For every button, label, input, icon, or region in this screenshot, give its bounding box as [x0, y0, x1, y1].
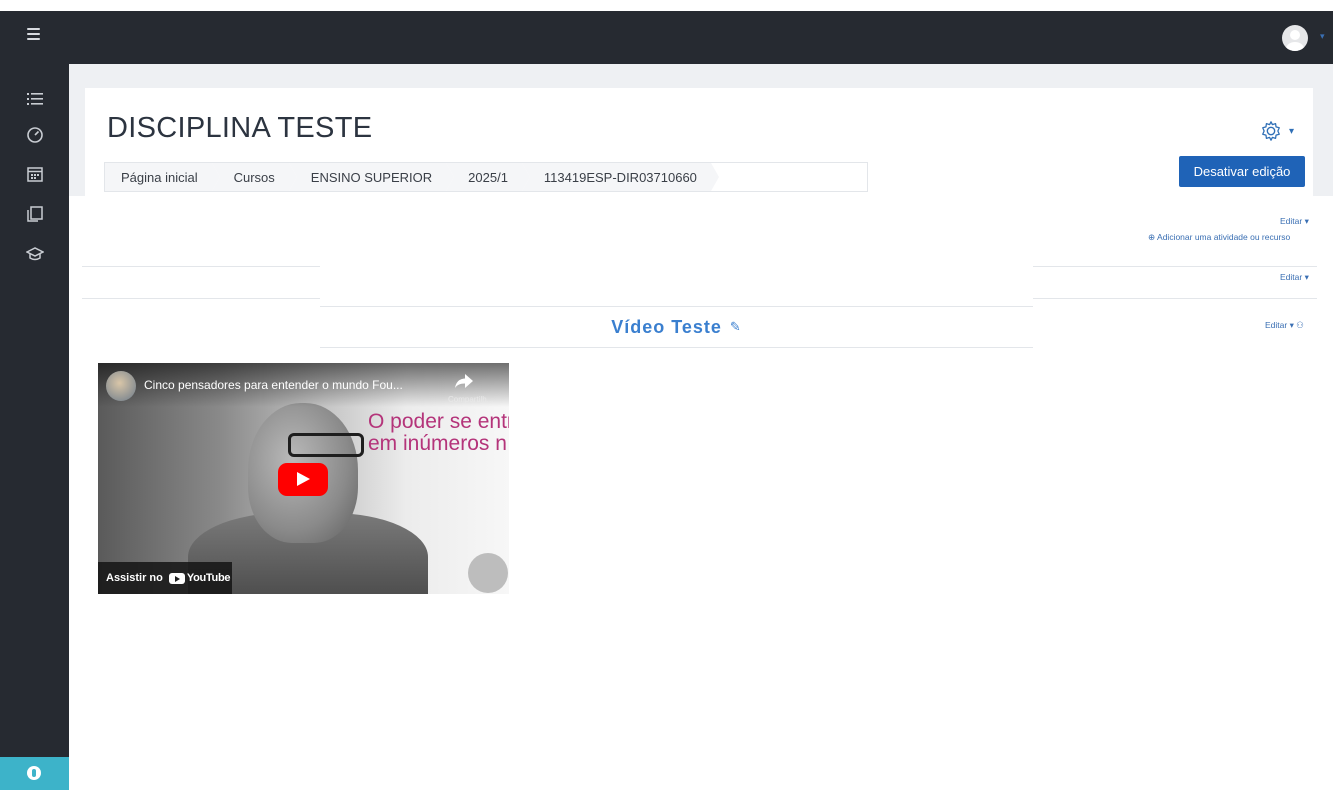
breadcrumb-item-term[interactable]: 2025/1	[446, 163, 530, 191]
edit-label: Editar	[1280, 272, 1303, 282]
video-thumbnail-figure	[468, 553, 508, 593]
section-edit-menu[interactable]: Editar ▾	[1280, 272, 1309, 283]
breadcrumb-item-home[interactable]: Página inicial	[105, 163, 220, 191]
add-activity-link[interactable]: ⊕ Adicionar uma atividade ou recurso	[1148, 232, 1290, 243]
overlay-line: em inúmeros n	[368, 432, 507, 455]
user-avatar-icon[interactable]	[1282, 25, 1308, 51]
youtube-embed[interactable]: O poder se entrelaça em inúmeros n Cinco…	[98, 363, 509, 594]
accessibility-icon	[27, 766, 41, 780]
youtube-logo-icon: YouTube	[168, 572, 231, 584]
share-label: Compartilh...	[448, 395, 494, 404]
breadcrumb-item-courses[interactable]: Cursos	[211, 163, 298, 191]
video-overlay-text: O poder se entrelaça em inúmeros n	[368, 411, 509, 455]
edit-label: Editar	[1280, 216, 1303, 226]
share-icon[interactable]	[454, 373, 474, 389]
chevron-down-icon[interactable]: ▾	[1320, 31, 1325, 42]
divider	[82, 266, 320, 267]
user-icon[interactable]: ⚇	[1296, 320, 1304, 330]
video-thumbnail-figure	[288, 433, 364, 457]
plus-circle-icon: ⊕	[1148, 232, 1156, 242]
sidebar	[0, 64, 69, 790]
breadcrumb-item-course[interactable]: 113419ESP-DIR03710660	[521, 163, 719, 191]
divider	[1033, 298, 1317, 299]
breadcrumb-item-category[interactable]: ENSINO SUPERIOR	[288, 163, 455, 191]
youtube-play-mark	[168, 572, 185, 584]
divider	[1033, 266, 1317, 267]
hamburger-icon[interactable]	[27, 28, 40, 40]
pencil-icon[interactable]: ✎	[730, 319, 742, 335]
dashboard-icon[interactable]	[26, 125, 44, 143]
toggle-edit-button[interactable]: Desativar edição	[1179, 156, 1305, 187]
add-activity-label: Adicionar uma atividade ou recurso	[1157, 232, 1291, 242]
video-title[interactable]: Cinco pensadores para entender o mundo F…	[144, 378, 403, 392]
section-title-text[interactable]: Vídeo Teste	[611, 317, 722, 338]
edit-label: Editar	[1265, 320, 1288, 330]
page-title: DISCIPLINA TESTE	[107, 112, 373, 144]
watch-on-youtube-link[interactable]: Assistir no YouTube	[98, 562, 232, 594]
divider	[82, 298, 320, 299]
chevron-down-icon[interactable]: ▾	[1289, 126, 1294, 137]
channel-avatar[interactable]	[106, 371, 136, 401]
breadcrumb: Página inicial Cursos ENSINO SUPERIOR 20…	[104, 162, 868, 192]
gear-icon[interactable]	[1260, 120, 1284, 142]
play-icon[interactable]	[278, 463, 328, 496]
list-icon[interactable]	[26, 90, 44, 108]
accessibility-button[interactable]	[0, 757, 69, 790]
files-icon[interactable]	[26, 205, 44, 223]
activity-edit-menu[interactable]: Editar ▾ ⚇	[1265, 320, 1304, 331]
youtube-wordmark: YouTube	[186, 572, 231, 584]
watch-label: Assistir no	[106, 572, 163, 584]
graduation-cap-icon[interactable]	[25, 245, 45, 263]
calendar-icon[interactable]	[26, 165, 44, 183]
section-edit-menu[interactable]: Editar ▾	[1280, 216, 1309, 227]
top-navbar: ▾	[0, 11, 1333, 64]
section-title: Vídeo Teste ✎	[320, 306, 1033, 348]
overlay-line: O poder se entrelaça	[368, 410, 509, 433]
